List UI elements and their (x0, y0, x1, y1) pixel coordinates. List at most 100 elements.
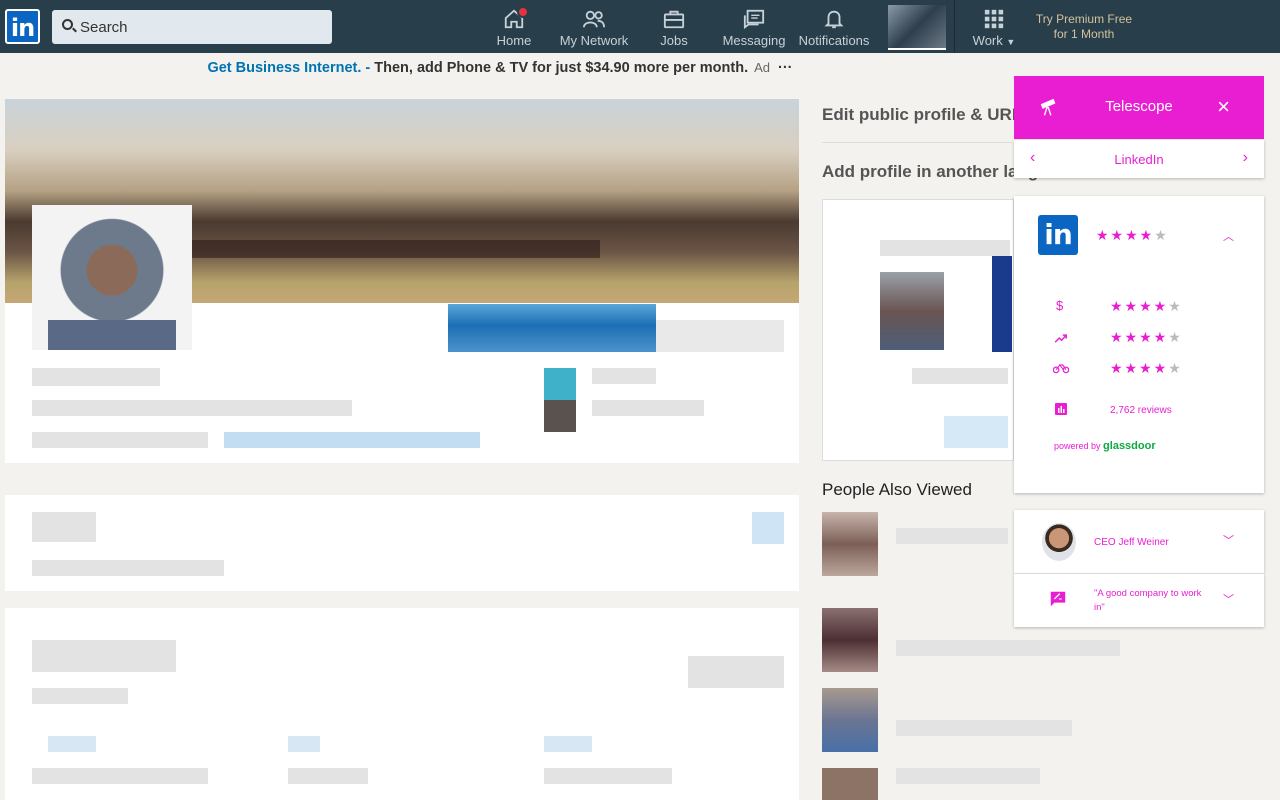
try-premium-link[interactable]: Try Premium Free for 1 Month (1030, 12, 1138, 42)
edit-public-profile-link[interactable]: Edit public profile & URL (822, 105, 1022, 125)
chevron-down-icon[interactable]: ﹀ (1223, 591, 1234, 607)
search-input[interactable] (80, 10, 320, 44)
nav-home-label: Home (496, 33, 532, 48)
person-name-1[interactable] (896, 528, 1008, 544)
nav-notifications[interactable]: Notifications (796, 0, 872, 53)
me-avatar[interactable] (888, 5, 946, 50)
notification-badge (517, 6, 529, 18)
bell-icon (824, 10, 844, 29)
powered-by-label: powered by (1054, 441, 1101, 451)
grid-icon (984, 9, 1004, 29)
add-profile-language-link[interactable]: Add profile in another lang (822, 162, 1038, 182)
nav-my-network-label: My Network (559, 33, 629, 48)
sidebar-divider (822, 142, 1012, 143)
ceo-avatar (1042, 523, 1076, 561)
ceo-name: CEO Jeff Weiner (1094, 537, 1169, 548)
company-logo (544, 368, 576, 400)
skill-1 (32, 768, 208, 784)
person-name-2[interactable] (896, 640, 1120, 656)
ad-link[interactable]: Get Business Internet. - (207, 60, 370, 76)
ad-card-photo (880, 272, 944, 350)
experience-heading (32, 640, 176, 672)
ad-card-logo (992, 256, 1012, 352)
skill-endorse-3 (544, 736, 592, 752)
ad-more-icon[interactable]: ··· (778, 60, 793, 76)
skill-2 (288, 768, 368, 784)
premium-line-2: for 1 Month (1053, 27, 1115, 41)
compensation-rating-stars: ★★★★★ (1110, 298, 1183, 314)
person-avatar-1[interactable] (822, 512, 878, 576)
skill-endorse-2 (288, 736, 320, 752)
nav-jobs[interactable]: Jobs (650, 0, 698, 53)
person-avatar-2[interactable] (822, 608, 878, 672)
dollar-icon: $ (1056, 298, 1064, 313)
person-avatar-4[interactable] (822, 768, 878, 800)
person-avatar-3[interactable] (822, 688, 878, 752)
contact-info-link[interactable] (224, 432, 480, 448)
linkedin-logo-icon[interactable]: in (5, 9, 40, 44)
briefcase-icon (663, 10, 685, 29)
network-icon (583, 10, 605, 28)
nav-home[interactable]: Home (486, 0, 542, 53)
ad-card-title (880, 240, 1010, 256)
premium-line-1: Try Premium Free (1035, 12, 1133, 26)
chevron-down-icon[interactable]: ﹀ (1223, 532, 1234, 548)
bar-chart-icon (1055, 403, 1067, 415)
people-also-viewed-heading: People Also Viewed (822, 480, 972, 499)
caret-down-icon: ▼ (1006, 37, 1016, 47)
connect-button[interactable] (448, 304, 656, 352)
about-card (5, 495, 799, 591)
messaging-icon (743, 9, 765, 30)
ad-card-button[interactable] (944, 416, 1008, 448)
skill-endorse-1 (48, 736, 96, 752)
profile-name (32, 368, 160, 386)
nav-work[interactable]: Work ▼ (966, 0, 1022, 53)
nav-my-network[interactable]: My Network (556, 0, 632, 53)
chevron-right-icon[interactable]: › (1243, 149, 1248, 167)
about-text (32, 560, 224, 576)
company-name (592, 368, 656, 384)
review-icon (1050, 591, 1066, 607)
ad-tag: Ad (754, 60, 771, 75)
nav-messaging-label: Messaging (722, 33, 786, 48)
experience-subheading (32, 688, 128, 704)
powered-by: powered by glassdoor (1054, 440, 1156, 452)
profile-headline (32, 400, 352, 416)
overall-rating-stars: ★★★★★ (1096, 227, 1169, 243)
bike-icon (1053, 364, 1069, 374)
more-button[interactable] (656, 320, 784, 352)
ceo-section[interactable]: CEO Jeff Weiner ﹀ (1014, 510, 1264, 573)
review-quote: "A good company to work in" (1094, 588, 1202, 613)
person-name-3[interactable] (896, 720, 1072, 736)
ad-card-text (912, 368, 1008, 384)
chevron-up-icon[interactable]: ︿ (1223, 228, 1234, 244)
nav-work-label: Work (972, 33, 1003, 48)
close-icon[interactable]: × (1217, 94, 1230, 120)
ratings-panel: in ★★★★★ ︿ $ ★★★★★ ★★★★★ ★★★★★ 2,762 rev… (1014, 196, 1264, 493)
experience-action (688, 656, 784, 688)
telescope-header: Telescope × (1014, 76, 1264, 139)
search-icon (62, 19, 73, 30)
banner-shadow (190, 240, 600, 258)
nav-divider (954, 0, 955, 53)
nav-messaging[interactable]: Messaging (718, 0, 790, 53)
person-name-4[interactable] (896, 768, 1040, 784)
company-name: LinkedIn (1114, 152, 1164, 167)
school-logo (544, 400, 576, 432)
skill-3 (544, 768, 672, 784)
profile-photo-bottom (48, 320, 176, 350)
search-bar[interactable] (52, 10, 332, 44)
ad-banner[interactable]: Get Business Internet. - Then, add Phone… (0, 60, 1000, 76)
nav-jobs-label: Jobs (660, 33, 688, 48)
nav-notifications-label: Notifications (798, 33, 870, 48)
about-heading (32, 512, 96, 542)
edit-icon[interactable] (752, 512, 784, 544)
trending-up-icon (1054, 334, 1067, 343)
profile-location (32, 432, 208, 448)
ad-text: Then, add Phone & TV for just $34.90 mor… (370, 60, 749, 76)
career-rating-stars: ★★★★★ (1110, 329, 1183, 345)
reviews-count-link[interactable]: 2,762 reviews (1110, 405, 1172, 416)
worklife-rating-stars: ★★★★★ (1110, 360, 1183, 376)
glassdoor-logo: glassdoor (1103, 440, 1156, 452)
review-section[interactable]: "A good company to work in" ﹀ (1014, 574, 1264, 627)
